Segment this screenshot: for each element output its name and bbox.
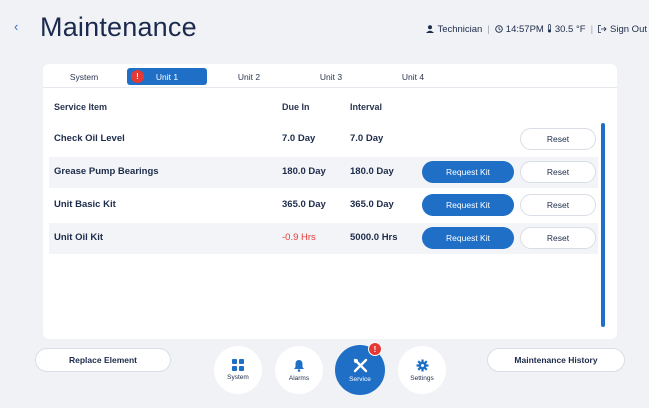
alert-badge: ! — [131, 70, 144, 83]
column-header-due-in: Due In — [282, 102, 310, 112]
bell-icon — [293, 359, 305, 372]
chevron-left-icon[interactable]: ‹ — [14, 20, 24, 33]
replace-element-button[interactable]: Replace Element — [35, 348, 171, 372]
table-scrollbar[interactable] — [601, 123, 605, 327]
maintenance-history-button[interactable]: Maintenance History — [487, 348, 625, 372]
temperature-display: 30.5 °F — [554, 24, 586, 35]
clock-icon — [495, 24, 503, 35]
nav-settings[interactable]: Settings — [398, 346, 446, 394]
reset-button[interactable]: Reset — [520, 194, 596, 216]
nav-service[interactable]: ! Service — [335, 342, 385, 395]
request-kit-button[interactable]: Request Kit — [422, 161, 514, 183]
table-row: Check Oil Level 7.0 Day 7.0 Day Reset — [49, 124, 598, 155]
column-header-service-item: Service Item — [54, 102, 108, 112]
wrench-icon — [353, 358, 368, 373]
page-title: Maintenance — [40, 12, 197, 42]
table-row: Grease Pump Bearings 180.0 Day 180.0 Day… — [49, 157, 598, 188]
grid-icon — [232, 359, 244, 371]
interval-cell: 365.0 Day — [350, 199, 394, 210]
tab-label: Unit 3 — [319, 71, 343, 82]
nav-label: Service — [349, 375, 371, 383]
nav-label: Settings — [410, 374, 434, 382]
due-in-cell: 365.0 Day — [282, 199, 326, 210]
alert-badge: ! — [368, 342, 382, 356]
divider: | — [590, 24, 594, 35]
gear-icon — [416, 359, 429, 372]
thermometer-icon — [547, 24, 552, 35]
table-row: Unit Basic Kit 365.0 Day 365.0 Day Reque… — [49, 190, 598, 221]
status-bar: Technician | 14:57PM 30.5 °F | Sign Out — [426, 24, 647, 35]
tab-label: Unit 4 — [401, 71, 425, 82]
header: ‹ Maintenance Technician | 14:57PM 30.5 … — [0, 0, 649, 52]
user-label[interactable]: Technician — [437, 24, 482, 35]
service-item-cell: Grease Pump Bearings — [54, 166, 159, 177]
nav-label: Alarms — [288, 374, 310, 382]
interval-cell: 5000.0 Hrs — [350, 232, 398, 243]
nav-alarms[interactable]: Alarms — [275, 346, 323, 394]
tab-label: Unit 2 — [237, 71, 261, 82]
service-item-cell: Unit Oil Kit — [54, 232, 104, 243]
nav-system[interactable]: System — [214, 346, 262, 394]
interval-cell: 180.0 Day — [350, 166, 394, 177]
tab-unit-4[interactable]: Unit 4 — [390, 68, 436, 85]
column-header-interval: Interval — [350, 102, 383, 112]
table-row: Unit Oil Kit -0.9 Hrs 5000.0 Hrs Request… — [49, 223, 598, 254]
request-kit-button[interactable]: Request Kit — [422, 227, 514, 249]
sign-out-icon[interactable] — [598, 24, 607, 35]
time-display: 14:57PM — [505, 24, 544, 35]
reset-button[interactable]: Reset — [520, 128, 596, 150]
tab-unit-1[interactable]: ! Unit 1 — [127, 68, 207, 85]
nav-label: System — [227, 374, 249, 381]
reset-button[interactable]: Reset — [520, 161, 596, 183]
unit-tabs: System ! Unit 1 Unit 2 Unit 3 Unit 4 — [43, 64, 617, 88]
divider: | — [487, 24, 490, 35]
due-in-cell-overdue: -0.9 Hrs — [282, 232, 316, 243]
request-kit-button[interactable]: Request Kit — [422, 194, 514, 216]
tab-label: System — [69, 71, 99, 82]
reset-button[interactable]: Reset — [520, 227, 596, 249]
sign-out-link[interactable]: Sign Out — [610, 24, 647, 35]
tab-unit-3[interactable]: Unit 3 — [308, 68, 354, 85]
service-item-cell: Check Oil Level — [54, 133, 125, 144]
due-in-cell: 7.0 Day — [282, 133, 316, 144]
tab-label: Unit 1 — [155, 71, 179, 82]
due-in-cell: 180.0 Day — [282, 166, 326, 177]
user-icon — [426, 24, 435, 35]
tab-system[interactable]: System — [61, 68, 107, 85]
interval-cell: 7.0 Day — [350, 133, 384, 144]
service-item-cell: Unit Basic Kit — [54, 199, 116, 210]
tab-unit-2[interactable]: Unit 2 — [226, 68, 272, 85]
